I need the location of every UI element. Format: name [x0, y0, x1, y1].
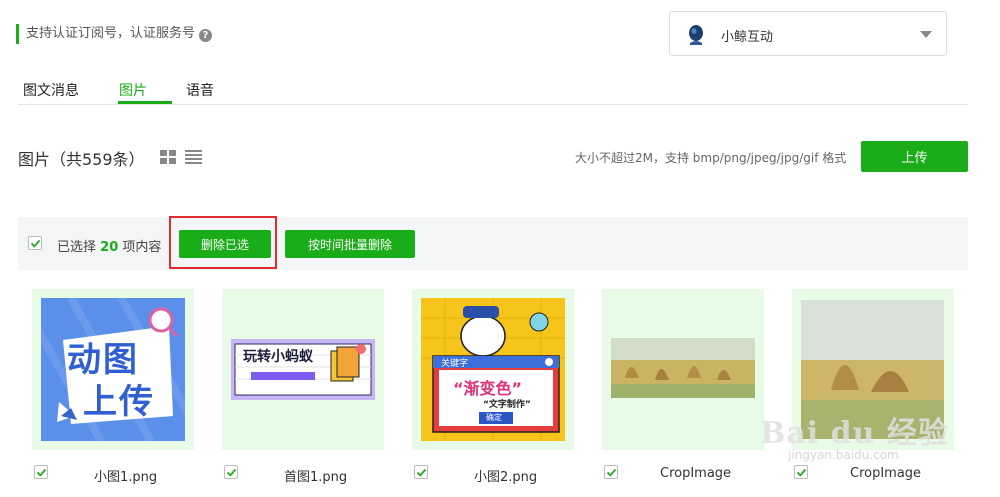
section-title: 图片（共559条）	[18, 150, 145, 169]
account-selector[interactable]: 小鲸互动	[669, 11, 947, 56]
image-card[interactable]: 动图 上传	[32, 289, 194, 450]
thumbnail-text: 玩转小蚂蚁	[243, 349, 313, 365]
image-card[interactable]: 关键字 “渐变色” “文字制作” 确定	[412, 289, 574, 450]
watermark-text: Bai du 经验	[760, 416, 949, 451]
thumbnail-text-line2: 上传	[83, 382, 155, 422]
check-icon	[36, 468, 47, 477]
image-thumbnail	[611, 338, 755, 398]
check-icon	[796, 468, 807, 477]
selected-suffix: 项内容	[122, 240, 162, 255]
active-tab-indicator	[118, 101, 172, 104]
thumbnail-main-text: “渐变色”	[453, 379, 523, 398]
help-icon[interactable]: ?	[199, 29, 213, 42]
select-all-checkbox[interactable]	[28, 236, 42, 250]
image-checkbox[interactable]	[224, 465, 238, 479]
image-thumbnail: 动图 上传	[41, 298, 185, 441]
tab-news[interactable]: 图文消息	[23, 80, 79, 100]
image-name: 小图1.png	[94, 470, 158, 485]
image-checkbox[interactable]	[414, 465, 428, 479]
account-name: 小鲸互动	[721, 30, 774, 45]
image-checkbox[interactable]	[794, 465, 808, 479]
upload-hint: 大小不超过2M，支持 bmp/png/jpeg/jpg/gif 格式	[575, 151, 847, 165]
image-checkbox[interactable]	[34, 465, 48, 479]
highlight-annotation	[169, 216, 277, 269]
check-icon	[226, 468, 237, 477]
selected-prefix: 已选择	[57, 240, 97, 255]
image-name: CropImage	[850, 466, 922, 481]
check-icon	[416, 468, 427, 477]
selection-toolbar: 已选择 20 项内容 删除已选 按时间批量删除	[18, 217, 968, 270]
image-name: CropImage	[660, 466, 732, 481]
notice-text: 支持认证订阅号，认证服务号	[26, 26, 196, 41]
tab-images[interactable]: 图片	[119, 80, 147, 100]
list-view-icon[interactable]	[185, 150, 202, 164]
thumbnail-label: 关键字	[441, 359, 469, 369]
check-icon	[30, 239, 41, 248]
chevron-down-icon	[920, 31, 932, 38]
thumbnail-sub-text: “文字制作”	[483, 400, 531, 410]
selected-count: 20	[100, 240, 119, 255]
grid-view-icon[interactable]	[160, 150, 176, 164]
image-thumbnail: 玩转小蚂蚁	[231, 339, 375, 400]
batch-delete-by-time-button[interactable]: 按时间批量删除	[285, 230, 415, 258]
image-checkbox[interactable]	[604, 465, 618, 479]
selected-summary: 已选择 20 项内容	[57, 236, 161, 255]
image-name: 首图1.png	[284, 470, 348, 485]
thumbnail-graphic	[611, 338, 755, 398]
watermark: Bai du 经验 jingyan.baidu.com	[760, 408, 949, 462]
image-thumbnail: 关键字 “渐变色” “文字制作” 确定	[421, 298, 565, 441]
notice: 支持认证订阅号，认证服务号?	[26, 25, 213, 43]
image-card[interactable]	[602, 289, 764, 450]
image-name: 小图2.png	[474, 470, 538, 485]
thumbnail-button-text: 确定	[486, 413, 502, 422]
tab-voice[interactable]: 语音	[186, 80, 214, 100]
check-icon	[606, 468, 617, 477]
notice-accent-bar	[16, 24, 19, 44]
watermark-url: jingyan.baidu.com	[788, 448, 899, 462]
tab-bar: 图文消息 图片 语音	[18, 70, 968, 105]
upload-button[interactable]: 上传	[861, 141, 968, 172]
image-card[interactable]: 玩转小蚂蚁	[222, 289, 384, 450]
account-avatar-icon	[689, 25, 703, 45]
